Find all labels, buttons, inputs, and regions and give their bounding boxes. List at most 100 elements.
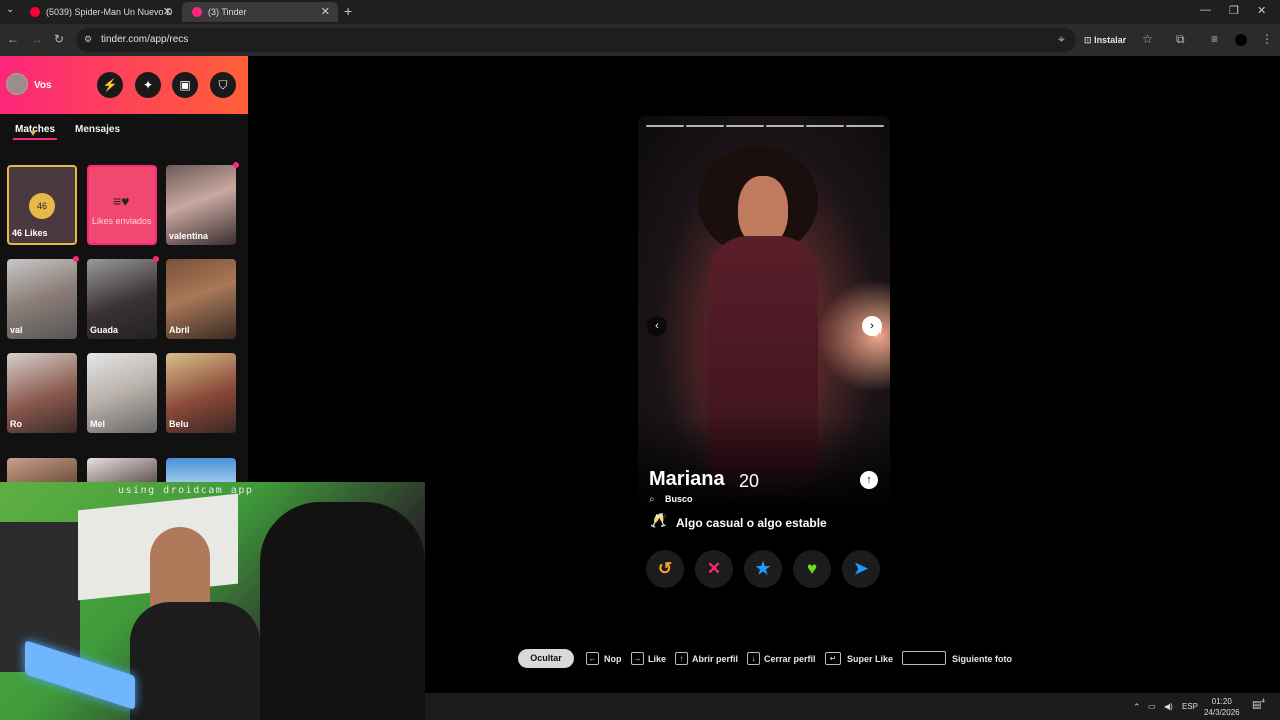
match-name: Ro (10, 419, 22, 429)
profile-card[interactable]: ‹ › Mariana 20 ↑ ⌕ Busco 🥂 Algo casual o… (638, 116, 890, 594)
safety-button[interactable]: ⛉ (210, 72, 236, 98)
youtube-icon (30, 7, 40, 17)
forward-icon[interactable]: → (31, 32, 43, 46)
likes-you-tile[interactable]: 46 46 Likes (7, 165, 77, 245)
boost-button[interactable]: ⚡ (97, 72, 123, 98)
profile-avatar[interactable] (1235, 34, 1247, 46)
new-tab-icon[interactable]: + (344, 3, 352, 19)
webcam-overlay: using droidcam app (0, 482, 425, 720)
super-like-icon: ★ (755, 559, 771, 578)
shortcut-nope: Nop (604, 654, 622, 664)
user-name[interactable]: Vos (34, 80, 52, 91)
tab-title: (5039) Spider-Man Un Nuevo D (46, 7, 173, 17)
reload-icon[interactable]: ↻ (54, 32, 64, 46)
open-profile-button[interactable]: ↑ (860, 471, 878, 489)
key-right-icon: → (631, 652, 644, 665)
work-mode-button[interactable]: ▣ (172, 72, 198, 98)
bookmark-star-icon[interactable]: ☆ (1142, 32, 1153, 46)
briefcase-icon: ▣ (179, 78, 191, 92)
key-left-icon: ← (586, 652, 599, 665)
shortcut-open-profile: Abrir perfil (692, 654, 739, 664)
match-name: Abril (169, 325, 190, 335)
previous-photo-button[interactable]: ‹ (647, 316, 667, 336)
unread-dot (233, 162, 239, 168)
sidebar-header: Vos ⚡ ✦ ▣ ⛉ (0, 56, 248, 114)
tab-messages[interactable]: Mensajes (75, 124, 120, 135)
install-icon: ⊡ (1084, 35, 1092, 45)
match-tile[interactable]: Belu (166, 353, 236, 433)
unread-dot (73, 256, 79, 262)
like-button[interactable]: ♥ (793, 550, 831, 588)
rewind-icon: ↺ (657, 559, 673, 578)
extensions-icon[interactable]: ⧉ (1176, 32, 1185, 47)
super-like-button[interactable]: ★ (744, 550, 782, 588)
likes-sent-label: Likes enviados (92, 216, 152, 226)
tab-title: (3) Tinder (208, 7, 247, 17)
site-info-icon[interactable]: ⚙ (84, 34, 92, 45)
volume-icon[interactable]: ◀) (1164, 702, 1173, 711)
browser-tab-bar: ⌄ (5039) Spider-Man Un Nuevo D ✕ (3) Tin… (0, 0, 1280, 24)
close-tab-icon[interactable]: ✕ (163, 5, 172, 18)
boost-button[interactable]: ➤ (842, 550, 880, 588)
arrow-up-icon: ↑ (866, 474, 872, 486)
match-tile[interactable]: Abril (166, 259, 236, 339)
key-space-icon (902, 651, 946, 665)
back-icon[interactable]: ← (7, 32, 19, 46)
match-tile[interactable]: Ro (7, 353, 77, 433)
match-tile[interactable]: Mel (87, 353, 157, 433)
network-icon[interactable]: ▭ (1148, 702, 1156, 711)
close-window-icon[interactable]: ✕ (1257, 4, 1266, 17)
photo-indicator (766, 125, 804, 127)
install-button[interactable]: ⊡ Instalar (1084, 35, 1126, 46)
relationship-intent: Algo casual o algo estable (676, 516, 827, 530)
unread-dot (153, 256, 159, 262)
match-tile[interactable]: valentina (166, 165, 236, 245)
likes-count-badge: 46 (29, 193, 55, 219)
match-name: valentina (169, 231, 209, 241)
match-tile[interactable]: val (7, 259, 77, 339)
photo-indicator (846, 125, 884, 127)
shortcut-like: Like (648, 654, 667, 664)
url-text[interactable]: tinder.com/app/recs (101, 34, 188, 45)
media-control-icon[interactable]: ≡ (1211, 32, 1218, 46)
likes-label: 46 Likes (12, 228, 48, 238)
tray-expand-icon[interactable]: ⌃ (1133, 702, 1141, 713)
notifications-icon[interactable]: ▤4 (1252, 699, 1265, 710)
tab-tinder[interactable]: (3) Tinder ✕ (182, 2, 338, 22)
nope-icon: ✕ (706, 559, 722, 578)
close-tab-icon[interactable]: ✕ (321, 5, 330, 18)
match-tile[interactable]: Guada (87, 259, 157, 339)
key-enter-icon: ↵ (825, 652, 841, 665)
location-icon[interactable]: ⌖ (1058, 32, 1065, 47)
key-down-icon: ↓ (747, 652, 760, 665)
explore-button[interactable]: ✦ (135, 72, 161, 98)
likes-sent-tile[interactable]: ≡♥ Likes enviados (87, 165, 157, 245)
like-icon: ♥ (806, 559, 818, 578)
tab-search-icon[interactable]: ⌄ (6, 4, 14, 15)
nope-button[interactable]: ✕ (695, 550, 733, 588)
tab-youtube[interactable]: (5039) Spider-Man Un Nuevo D ✕ (20, 2, 180, 22)
photo-indicator (686, 125, 724, 127)
cheers-icon: 🥂 (650, 512, 668, 528)
match-name: Guada (90, 325, 119, 335)
mouse-cursor-icon: ➚ (873, 326, 884, 340)
avatar[interactable] (6, 73, 28, 95)
hide-shortcuts-button[interactable]: Ocultar (518, 649, 574, 668)
match-name: val (10, 325, 23, 335)
chevron-left-icon: ‹ (655, 320, 659, 332)
match-name: Mel (90, 419, 106, 429)
boost-icon: ➤ (853, 559, 869, 578)
rewind-button[interactable]: ↺ (646, 550, 684, 588)
address-bar[interactable]: ⚙ tinder.com/app/recs (76, 28, 1076, 52)
webcam-person-shirt (130, 602, 260, 720)
taskbar-clock[interactable]: 01:20 24/3/2026 (1204, 696, 1240, 718)
clock-time: 01:20 (1211, 697, 1232, 706)
minimize-icon[interactable]: — (1200, 4, 1211, 16)
language-indicator[interactable]: ESP (1182, 702, 1198, 711)
clock-date: 24/3/2026 (1204, 708, 1240, 717)
menu-icon[interactable]: ⋮ (1261, 32, 1273, 46)
shield-icon: ⛉ (218, 78, 228, 92)
restore-icon[interactable]: ❐ (1229, 4, 1239, 17)
webcam-keyboard (25, 640, 135, 710)
profile-age: 20 (739, 471, 760, 491)
